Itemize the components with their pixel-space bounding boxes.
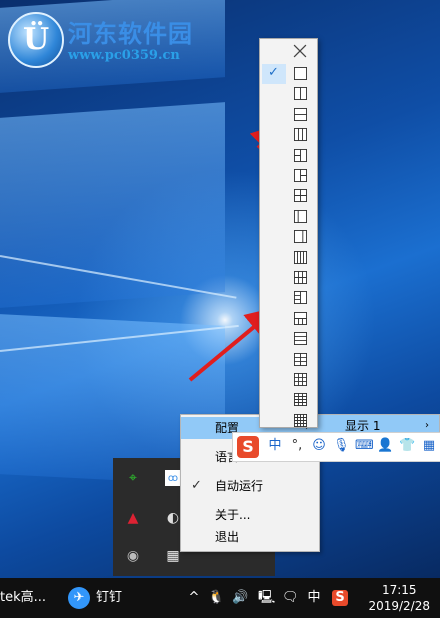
layout-option-layout-grid-2x3[interactable]: [260, 267, 317, 289]
layout-option-layout-columns-4[interactable]: [260, 247, 317, 269]
layout-option-layout-rows-3[interactable]: [260, 328, 317, 350]
layout-rows-3-icon: [294, 332, 307, 346]
layout-columns-3-icon: [294, 128, 307, 142]
layout-sidebar-left-icon: [294, 209, 307, 223]
layout-option-layout-left-2-right-1[interactable]: [260, 145, 317, 167]
layout-option-layout-sidebar-left[interactable]: [260, 206, 317, 228]
network-icon[interactable]: 🖳: [258, 590, 275, 606]
sogou-tray-icon[interactable]: S: [332, 590, 348, 606]
clock[interactable]: 17:15 2019/2/28: [368, 582, 430, 614]
layout-option-layout-split-horizontal-2[interactable]: [260, 104, 317, 126]
layout-option-layout-grid-3x3[interactable]: [260, 369, 317, 391]
menu-item-label: 自动运行: [215, 479, 264, 493]
disk-icon[interactable]: ◉: [125, 548, 141, 564]
microphone-icon[interactable]: 🎙: [333, 438, 350, 454]
close-row: [260, 41, 317, 63]
layout-sidebar-right-icon: [294, 230, 307, 244]
layout-grid-3x2-icon: [294, 352, 307, 366]
menu-item-label: 退出: [215, 530, 240, 544]
menu-item-exit[interactable]: 退出: [181, 526, 319, 548]
layout-grid-4x4-icon: [294, 413, 307, 427]
punctuation-icon[interactable]: °,: [289, 438, 305, 454]
layout-mixed-2-icon: [294, 311, 307, 325]
layout-left-1-right-2-icon: [294, 169, 307, 182]
skin-shirt-icon[interactable]: 👕: [399, 438, 415, 454]
checkmark-icon: ✓: [191, 478, 202, 493]
layout-split-vertical-2-icon: [294, 87, 307, 101]
qq-icon[interactable]: 🐧: [208, 590, 224, 606]
clock-date: 2019/2/28: [368, 599, 430, 613]
layout-option-layout-split-vertical-2[interactable]: [260, 83, 317, 105]
watermark-title: 河东软件园: [68, 20, 193, 48]
layout-grid-3x3-icon: [294, 373, 307, 386]
layout-option-layout-single[interactable]: ✓: [260, 63, 317, 85]
ime-toolbar: S 中 °, ☺ 🎙 ⌨ 👤 👕 ▦: [232, 432, 440, 462]
layout-option-layout-sidebar-right[interactable]: [260, 226, 317, 248]
layout-option-layout-columns-3[interactable]: [260, 124, 317, 146]
layout-option-layout-grid-4x4[interactable]: [260, 410, 317, 432]
layout-app-icon[interactable]: ▦: [165, 548, 181, 564]
ime-mode-toggle[interactable]: 中: [267, 438, 283, 454]
layout-option-layout-mixed-1[interactable]: [260, 287, 317, 309]
layout-left-2-right-1-icon: [294, 148, 307, 162]
emoji-icon[interactable]: ☺: [311, 438, 327, 454]
arrow-app-icon[interactable]: ▲: [125, 510, 141, 526]
layout-grid-2x2-icon: [294, 189, 307, 203]
notification-icon[interactable]: 🗨: [282, 590, 299, 606]
menu-item-autostart[interactable]: ✓ 自动运行: [181, 475, 319, 497]
checkmark-icon: ✓: [268, 65, 279, 80]
keyboard-icon[interactable]: ⌨: [355, 438, 374, 454]
taskbar-app-left[interactable]: tek高...: [0, 578, 52, 618]
dingtalk-icon[interactable]: ✈: [68, 587, 90, 609]
menu-item-label: 关于...: [215, 508, 251, 522]
watermark-logo-icon: Ü: [8, 12, 64, 68]
clock-time: 17:15: [381, 583, 417, 597]
layout-grid-2x3-icon: [294, 271, 307, 284]
layout-option-layout-mixed-2[interactable]: [260, 308, 317, 330]
layout-single-icon: [294, 67, 307, 80]
site-watermark: Ü 河东软件园 www.pc0359.cn: [4, 8, 214, 68]
chevron-up-icon[interactable]: ^: [186, 590, 202, 606]
taskbar: tek高... ✈ 钉钉 ^ 🐧 🔊 🖳 🗨 中 S 17:15 2019/2/…: [0, 578, 440, 618]
input-language-indicator[interactable]: 中: [306, 590, 322, 606]
crosshair-icon[interactable]: ⌖: [125, 470, 141, 486]
sogou-logo-icon[interactable]: S: [237, 436, 259, 458]
layout-option-layout-grid-2x2[interactable]: [260, 185, 317, 207]
menu-item-about[interactable]: 关于...: [181, 504, 319, 526]
volume-icon[interactable]: 🔊: [232, 590, 248, 606]
layout-grid-4x3-icon: [294, 393, 307, 407]
app-tray-icon[interactable]: ꝏ: [165, 470, 181, 486]
layout-option-layout-grid-4x3[interactable]: [260, 389, 317, 411]
layout-option-layout-left-1-right-2[interactable]: [260, 165, 317, 187]
layout-split-horizontal-2-icon: [294, 107, 307, 121]
watermark-url: www.pc0359.cn: [68, 48, 180, 63]
close-icon[interactable]: [293, 44, 307, 58]
layout-mixed-1-icon: [294, 291, 307, 305]
layout-columns-4-icon: [294, 250, 307, 264]
user-icon[interactable]: 👤: [377, 438, 393, 454]
layout-picker-panel: ✓: [259, 38, 318, 428]
taskbar-app-dingtalk[interactable]: 钉钉: [96, 578, 122, 618]
media-icon[interactable]: ◐: [165, 510, 181, 526]
layout-option-layout-grid-3x2[interactable]: [260, 349, 317, 371]
toolbox-grid-icon[interactable]: ▦: [421, 438, 437, 454]
